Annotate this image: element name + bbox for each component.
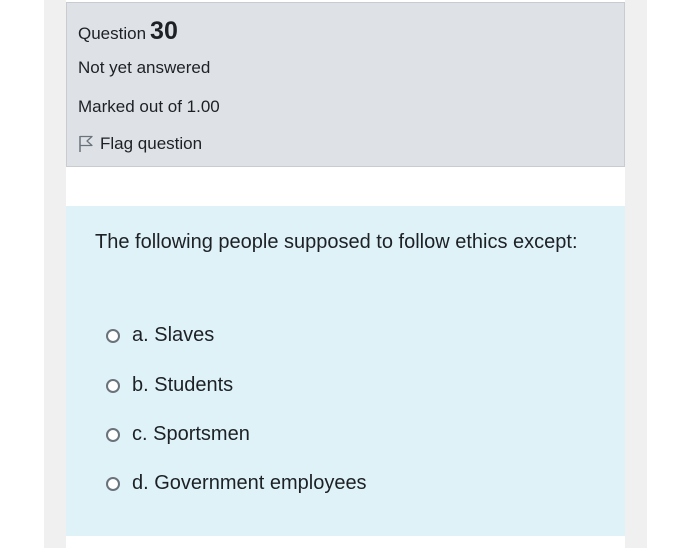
radio-button[interactable] xyxy=(106,328,120,343)
answer-label: d. Government employees xyxy=(132,472,367,494)
question-content-panel: The following people supposed to follow … xyxy=(66,206,625,536)
question-grade: Marked out of 1.00 xyxy=(78,97,220,116)
radio-button[interactable] xyxy=(106,476,120,491)
flag-question-link[interactable]: Flag question xyxy=(78,134,202,154)
question-text: The following people supposed to follow … xyxy=(95,231,578,253)
answer-option[interactable]: c. Sportsmen xyxy=(106,423,250,446)
question-title: Question 30 xyxy=(78,17,178,46)
answer-label: b. Students xyxy=(132,374,234,396)
question-label: Question xyxy=(78,24,147,43)
radio-button[interactable] xyxy=(106,378,120,393)
answer-label: a. Slaves xyxy=(132,324,215,346)
question-state: Not yet answered xyxy=(78,58,211,77)
answer-option[interactable]: d. Government employees xyxy=(106,472,367,495)
answer-option[interactable]: b. Students xyxy=(106,374,233,397)
question-info-panel: Question 30 Not yet answered Marked out o… xyxy=(66,2,625,167)
answer-option[interactable]: a. Slaves xyxy=(106,324,214,347)
question-number: 30 xyxy=(150,17,178,45)
flag-question-label: Flag question xyxy=(100,134,203,153)
radio-button[interactable] xyxy=(106,427,120,442)
quiz-page: Question 30 Not yet answered Marked out o… xyxy=(0,0,700,548)
answer-label: c. Sportsmen xyxy=(132,423,250,445)
flag-icon xyxy=(78,135,94,153)
left-gutter xyxy=(44,0,66,548)
right-gutter xyxy=(625,0,647,548)
